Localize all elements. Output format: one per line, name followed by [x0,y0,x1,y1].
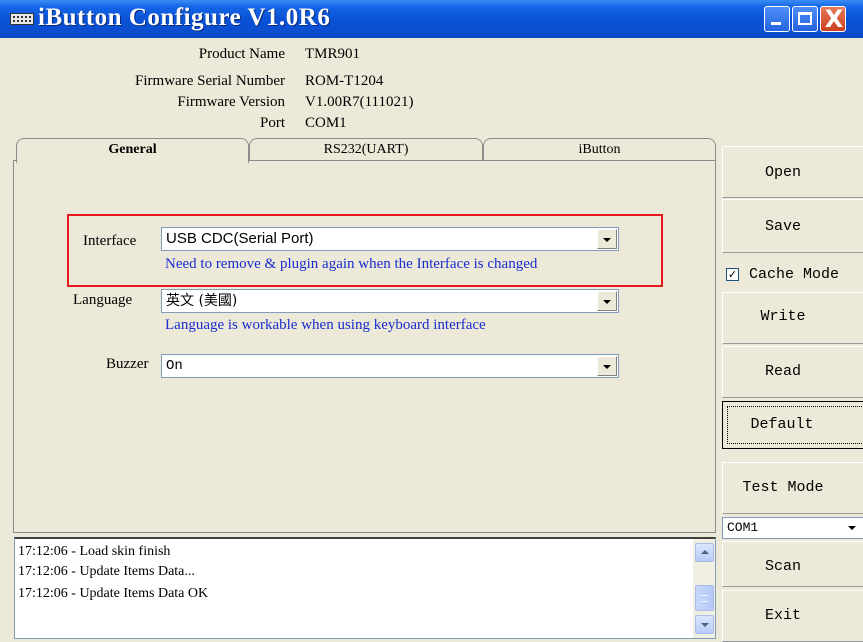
interface-select[interactable]: USB CDC(Serial Port) [161,227,619,251]
maximize-button[interactable] [792,6,818,32]
tab-rs232[interactable]: RS232(UART) [249,138,483,162]
chevron-down-icon[interactable] [597,229,617,249]
minimize-icon [771,22,781,25]
log-list[interactable]: 17:12:06 - Load skin finish 17:12:06 - U… [14,537,716,639]
buzzer-select-value: On [166,358,183,374]
product-name-label: Product Name [198,46,285,62]
scroll-thumb[interactable] [695,585,714,611]
scan-button[interactable]: Scan [722,541,863,587]
chevron-down-icon[interactable] [843,518,862,537]
cache-mode-label: Cache Mode [749,266,840,283]
maximize-icon [798,12,812,25]
port-value: COM1 [305,115,347,131]
port-label: Port [259,115,285,131]
keyboard-icon [10,13,34,25]
com-port-select[interactable]: COM1 [722,517,863,539]
open-button[interactable]: Open [722,146,863,198]
log-line: 17:12:06 - Load skin finish [18,544,171,559]
language-label: Language [73,292,133,308]
read-button[interactable]: Read [722,346,863,398]
window-title: iButton Configure V1.0R6 [38,4,331,31]
language-select-value: 英文 (美國) [166,293,238,309]
interface-label: Interface [83,233,137,249]
close-icon: X [824,5,844,33]
firmware-serial-value: ROM-T1204 [305,73,384,89]
save-button[interactable]: Save [722,199,863,253]
scroll-down-icon[interactable] [695,615,714,634]
log-line: 17:12:06 - Update Items Data... [18,564,195,579]
exit-button[interactable]: Exit [722,590,863,642]
log-scrollbar[interactable] [693,539,715,638]
firmware-version-label: Firmware Version [177,94,285,110]
title-bar[interactable]: iButton Configure V1.0R6 X [0,0,863,38]
firmware-serial-label: Firmware Serial Number [135,73,285,89]
minimize-button[interactable] [764,6,790,32]
language-select[interactable]: 英文 (美國) [161,289,619,313]
buzzer-select[interactable]: On [161,354,619,378]
buzzer-label: Buzzer [106,356,149,372]
tab-general[interactable]: General [16,138,249,164]
chevron-down-icon[interactable] [597,291,617,311]
cache-mode-checkbox[interactable]: ✓ [726,268,739,281]
scroll-up-icon[interactable] [695,543,714,562]
log-line: 17:12:06 - Update Items Data OK [18,586,209,601]
chevron-down-icon[interactable] [597,356,617,376]
language-hint: Language is workable when using keyboard… [165,317,486,333]
interface-select-value: USB CDC(Serial Port) [166,230,314,247]
close-button[interactable]: X [820,5,846,33]
tab-ibutton[interactable]: iButton [483,138,716,162]
default-button[interactable]: Default [722,402,863,448]
interface-hint: Need to remove & plugin again when the I… [165,256,538,272]
firmware-version-value: V1.00R7(111021) [305,94,414,110]
write-button[interactable]: Write [722,292,863,344]
test-mode-button[interactable]: Test Mode [722,462,863,514]
product-name-value: TMR901 [305,46,361,62]
com-port-value: COM1 [727,520,759,535]
